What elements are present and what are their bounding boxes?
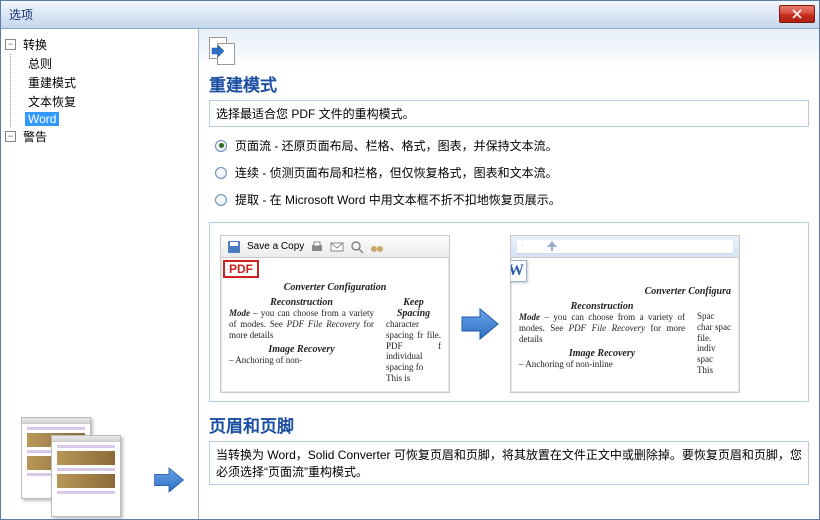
options-window: 选项 − 转换 总则 重建模式 文本恢复 Word − 警告 — [0, 0, 820, 520]
titlebar: 选项 — [1, 1, 819, 29]
radio-icon — [215, 194, 227, 206]
close-button[interactable] — [779, 5, 815, 23]
collapse-icon[interactable]: − — [5, 39, 16, 50]
section-description: 选择最适合您 PDF 文件的重构模式。 — [209, 100, 809, 127]
tree-node-general[interactable]: 总则 — [11, 54, 194, 73]
close-icon — [792, 9, 802, 19]
page-icon — [209, 37, 239, 65]
sidebar-preview — [1, 409, 191, 519]
main-panel: 重建模式 选择最适合您 PDF 文件的重构模式。 页面流 - 还原页面布局、栏格… — [199, 29, 819, 519]
radio-exact[interactable]: 提取 - 在 Microsoft Word 中用文本框不折不扣地恢复页展示。 — [215, 191, 809, 208]
pdf-badge: PDF — [223, 260, 259, 278]
binoculars-icon — [370, 240, 384, 254]
section-description: 当转换为 Word，Solid Converter 可恢复页眉和页脚，将其放置在… — [209, 441, 809, 485]
tree-node-word[interactable]: Word — [11, 111, 194, 127]
radio-label: 页面流 - 还原页面布局、栏格、格式，图表，并保持文本流。 — [235, 137, 558, 154]
preview-panel: Save a Copy PDF Converter Configuration — [209, 222, 809, 402]
tab-marker-icon — [547, 241, 557, 251]
preview-heading: Converter Configuration — [229, 282, 441, 293]
window-title: 选项 — [9, 6, 33, 23]
search-icon — [350, 240, 364, 254]
tree-label: 转换 — [20, 36, 50, 53]
tree-node-textrecovery[interactable]: 文本恢复 — [11, 92, 194, 111]
save-icon — [227, 240, 241, 254]
section-title-reconstruction: 重建模式 — [209, 71, 809, 96]
radio-flowing[interactable]: 页面流 - 还原页面布局、栏格、格式，图表，并保持文本流。 — [215, 137, 809, 154]
preview-pdf-pane: Save a Copy PDF Converter Configuration — [220, 235, 450, 393]
tree-label: 警告 — [20, 128, 50, 145]
tree-node-reconstruction[interactable]: 重建模式 — [11, 73, 194, 92]
radio-icon — [215, 167, 227, 179]
collapse-icon[interactable]: − — [5, 131, 16, 142]
word-badge: W — [510, 260, 527, 282]
radio-continuous[interactable]: 连续 - 侦测页面布局和栏格，但仅恢复格式，图表和文本流。 — [215, 164, 809, 181]
radio-icon — [215, 140, 227, 152]
arrow-icon — [460, 307, 500, 341]
mail-icon — [330, 240, 344, 254]
section-title-headerfooter: 页眉和页脚 — [209, 412, 809, 437]
sidebar: − 转换 总则 重建模式 文本恢复 Word − 警告 — [1, 29, 199, 519]
nav-tree: − 转换 总则 重建模式 文本恢复 Word − 警告 — [5, 35, 194, 146]
preview-heading: Converter Configura — [519, 286, 731, 297]
radio-label: 提取 - 在 Microsoft Word 中用文本框不折不扣地恢复页展示。 — [235, 191, 561, 208]
save-copy-label: Save a Copy — [247, 241, 304, 252]
radio-label: 连续 - 侦测页面布局和栏格，但仅恢复格式，图表和文本流。 — [235, 164, 558, 181]
thumbnail — [51, 435, 121, 517]
tree-node-warnings[interactable]: − 警告 — [5, 127, 194, 146]
window-body: − 转换 总则 重建模式 文本恢复 Word − 警告 — [1, 29, 819, 519]
preview-word-pane: · W Converter Configura Reconstruction M… — [510, 235, 740, 393]
arrow-icon — [153, 465, 185, 495]
tree-node-convert[interactable]: − 转换 — [5, 35, 194, 54]
print-icon — [310, 240, 324, 254]
